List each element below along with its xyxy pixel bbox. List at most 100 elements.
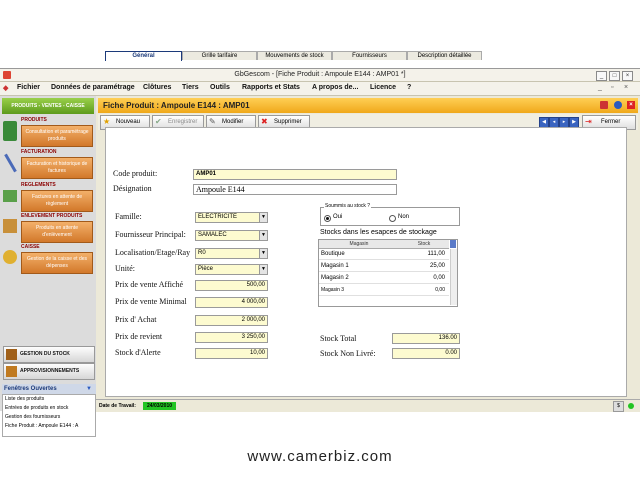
sidebar-header[interactable]: PRODUITS - VENTES - CAISSE [2,98,94,114]
menu-app-icon[interactable]: ◆ [3,84,8,92]
grid-scrollbar[interactable] [450,249,457,305]
stock-non-livre-field: 0.00 [392,348,460,359]
table-row[interactable]: Magasin 1 25,00 [319,261,449,272]
menu-outils[interactable]: Outils [210,84,230,91]
stock-total-field: 136.00 [392,333,460,344]
tab-grille[interactable]: Grille tarifaire [182,51,257,60]
prix-revient-field[interactable]: 3 250,00 [195,332,268,343]
menu-tiers[interactable]: Tiers [182,84,199,91]
sidebar: PRODUITS - VENTES - CAISSE PRODUITS Cons… [0,96,97,437]
menu-clotures[interactable]: Clôtures [143,84,171,91]
form-header: Fiche Produit : Ampoule E144 : AMP01 × [98,98,638,113]
section-facturation: FACTURATION Facturation et historique de… [3,149,93,185]
chevron-down-icon[interactable]: ▼ [259,249,267,258]
list-item[interactable]: Fiche Produit : Ampoule E144 : A [5,423,78,429]
maximize-icon[interactable]: □ [609,71,620,81]
gestion-stock-button[interactable]: GESTION DU STOCK [3,346,95,363]
stocks-title: Stocks dans les esapces de stockage [320,229,437,236]
facturation-button[interactable]: Facturation et historique de factures [21,157,93,179]
section-title: REGLEMENTS [21,182,56,188]
tab-fournisseurs[interactable]: Fournisseurs [332,51,407,60]
edit-icon: ✎ [209,117,216,126]
list-item[interactable]: Entrées de produits en stock [5,405,68,411]
status-bar: Date de Travail: 24/03/2010 $ [96,399,640,412]
fournisseur-label: Fournisseur Principal: [115,230,186,239]
section-title: FACTURATION [21,149,57,155]
minimize-icon[interactable]: _ [596,71,607,81]
mdi-restore-icon[interactable]: ▫ [611,84,613,91]
code-label: Code produit: [113,169,158,178]
form-title: Fiche Produit : Ampoule E144 : AMP01 [103,101,250,110]
caisse-button[interactable]: Gestion de la caisse et des dépenses [21,252,93,274]
menu-bar: ◆ Fichier Données de paramétrage Clôture… [0,82,640,96]
non-radio[interactable] [389,215,396,222]
pv-minimal-field[interactable]: 4 000,00 [195,297,268,308]
unite-select[interactable]: Pièce ▼ [195,264,268,275]
menu-help[interactable]: ? [407,84,411,91]
oui-label: Oui [333,214,343,220]
tab-general[interactable]: Général [105,51,182,61]
grid-header-magasin[interactable]: Magasin [319,240,399,249]
collapse-icon[interactable]: ▼ [86,384,92,394]
mdi-close-icon[interactable]: × [624,84,628,91]
tab-mouvements[interactable]: Mouvements de stock [257,51,332,60]
open-windows-header[interactable]: Fenêtres Ouvertes ▼ [2,384,96,394]
exit-icon: ⇥ [585,117,592,126]
code-field[interactable]: AMP01 [193,169,397,180]
dollar-icon[interactable]: $ [613,401,624,412]
section-caisse: CAISSE Gestion de la caisse et des dépen… [3,244,93,280]
grid-menu-icon[interactable] [450,240,456,248]
reglements-button[interactable]: Factures en attente de règlement [21,190,93,212]
close-form-icon[interactable]: × [627,101,635,109]
menu-fichier[interactable]: Fichier [17,84,40,91]
approvisionnements-button[interactable]: APPROVISIONNEMENTS [3,363,95,380]
list-item[interactable]: Gestion des fournisseurs [5,414,60,420]
products-icon [3,121,17,141]
section-title: PRODUITS [21,117,47,123]
list-item[interactable]: Liste des produits [5,396,44,402]
fournisseur-select[interactable]: SAMALEC ▼ [195,230,268,241]
stock-alerte-field[interactable]: 10,00 [195,348,268,359]
title-bar: GbGescom - [Fiche Produit : Ampoule E144… [0,69,640,82]
famille-label: Famille: [115,212,142,221]
menu-donnees[interactable]: Données de paramétrage [51,84,135,91]
table-row[interactable]: Boutique 111,00 [319,249,449,260]
chevron-down-icon[interactable]: ▼ [259,265,267,274]
tab-description[interactable]: Description détaillée [407,51,482,60]
chevron-down-icon[interactable]: ▼ [259,231,267,240]
produits-button[interactable]: Consultation et paramétrage produits [21,125,93,147]
pv-affiche-field[interactable]: 500,00 [195,280,268,291]
watermark: www.camerbiz.com [247,448,393,465]
pv-affiche-label: Prix de vente Affiché [115,280,184,289]
menu-rapports[interactable]: Rapports et Stats [242,84,300,91]
localisation-select[interactable]: R0 ▼ [195,248,268,259]
designation-field[interactable]: Ampoule E144 [193,184,397,195]
menu-a-propos[interactable]: A propos de... [312,84,358,91]
localisation-label: Localisation/Etage/Ray [115,248,191,257]
delete-icon: ✖ [261,117,268,126]
help-icon[interactable] [614,101,622,109]
status-label: Date de Travail: [99,403,136,409]
cash-icon [3,250,17,264]
open-windows-list: Liste des produits Entrées de produits e… [2,394,96,437]
chevron-down-icon[interactable]: ▼ [259,213,267,222]
table-row[interactable]: Magasin 3 0,00 [319,285,449,296]
status-indicator-icon [628,403,634,409]
menu-licence[interactable]: Licence [370,84,396,91]
oui-radio[interactable] [324,215,331,222]
mdi-minimize-icon[interactable]: _ [598,84,602,91]
table-row[interactable]: Magasin 2 0,00 [319,273,449,284]
pv-minimal-label: Prix de vente Minimal [115,297,187,306]
stock-icon [6,349,17,360]
stock-grid: Magasin Stock Boutique 111,00 Magasin 1 25… [318,239,458,307]
enlevement-button[interactable]: Produits en attente d'enlèvement [21,221,93,243]
prix-achat-label: Prix d' Achat [115,315,157,324]
close-icon[interactable]: × [622,71,633,81]
grid-header-stock[interactable]: Stock [399,240,449,249]
section-title: ENLEVEMENT PRODUITS [21,213,83,219]
famille-select[interactable]: ELECTRICITE ▼ [195,212,268,223]
prix-achat-field[interactable]: 2 000,00 [195,315,268,326]
print-icon[interactable] [600,101,608,109]
soumis-label: Soummis au stock ? [324,203,372,209]
prix-revient-label: Prix de revient [115,332,163,341]
